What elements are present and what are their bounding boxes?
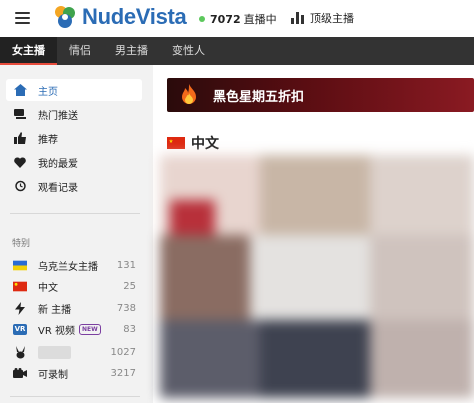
new-badge: NEW	[78, 323, 101, 335]
thumbs-up-icon	[13, 131, 27, 145]
sidebar-item-label: 我的最爱	[38, 158, 78, 170]
sidebar-item-trending[interactable]: 热门推送	[6, 103, 142, 125]
section-header: 中文	[167, 133, 219, 153]
site-logo[interactable]: NudeVista	[52, 4, 187, 30]
sidebar-item-label: 观看记录	[38, 182, 78, 194]
sidebar-item-count: 738	[116, 302, 136, 314]
thumbnail[interactable]	[370, 235, 474, 320]
live-count: 7072	[210, 12, 241, 26]
sidebar-item-label: 推荐	[38, 134, 58, 146]
banner-text: 黑色星期五折扣	[213, 89, 305, 105]
sidebar-item-ukrainian[interactable]: 乌克兰女主播 131	[6, 254, 142, 276]
sidebar-item-chinese[interactable]: 中文 25	[6, 275, 142, 297]
thumbnail[interactable]	[160, 320, 260, 398]
category-nav: 女主播 情侣 男主播 变性人	[0, 37, 474, 65]
sidebar-item-bunny[interactable]: 1027	[6, 341, 142, 363]
tab-male[interactable]: 男主播	[103, 37, 160, 65]
thumbnail[interactable]	[260, 320, 370, 398]
sidebar-item-recordable[interactable]: 可录制 3217	[6, 362, 142, 384]
camera-icon	[13, 366, 27, 380]
tab-couples[interactable]: 情侣	[57, 37, 103, 65]
lightning-icon	[13, 301, 27, 315]
sidebar-item-label: 新 主播	[38, 304, 72, 316]
bar-chart-icon	[291, 12, 304, 24]
sidebar-section-label: 特别	[12, 239, 31, 249]
main-content: 黑色星期五折扣 中文	[153, 65, 474, 403]
sidebar-item-new-hosts[interactable]: 新 主播 738	[6, 297, 142, 319]
video-thumbnail-grid[interactable]	[160, 155, 474, 398]
tab-female[interactable]: 女主播	[0, 37, 57, 65]
sidebar-item-label: VR 视频	[38, 325, 75, 337]
top-hosts-link[interactable]: 顶级主播	[291, 10, 354, 26]
section-title: 中文	[191, 136, 219, 152]
top-hosts-label: 顶级主播	[310, 12, 354, 25]
tab-trans[interactable]: 变性人	[160, 37, 217, 65]
black-friday-banner[interactable]: 黑色星期五折扣	[167, 78, 474, 112]
sidebar-divider	[10, 213, 140, 214]
sidebar: 主页 热门推送 推荐 我的最爱 观看记录 特别 乌克兰女主播 131 中文 25…	[0, 65, 153, 403]
heart-icon	[13, 155, 27, 169]
china-flag-icon	[13, 279, 27, 293]
sidebar-item-vr[interactable]: VR VR 视频 NEW 83	[6, 318, 142, 340]
sidebar-item-history[interactable]: 观看记录	[6, 175, 142, 197]
sidebar-item-home[interactable]: 主页	[6, 79, 142, 101]
sidebar-item-label: 乌克兰女主播	[38, 261, 98, 273]
thumbnail[interactable]	[250, 235, 370, 320]
thumbnail[interactable]	[370, 320, 474, 398]
live-label: 直播中	[243, 13, 277, 26]
history-icon	[13, 179, 27, 193]
sidebar-item-favorites[interactable]: 我的最爱	[6, 151, 142, 173]
sidebar-item-count: 83	[123, 323, 136, 335]
hamburger-menu-icon[interactable]	[15, 12, 30, 24]
vr-icon: VR	[13, 322, 27, 336]
sidebar-item-count: 131	[116, 259, 136, 271]
thumbnail[interactable]	[160, 235, 250, 320]
vr-badge: VR	[13, 323, 27, 335]
ukraine-flag-icon	[13, 258, 27, 272]
bunny-icon	[13, 345, 27, 359]
thumbnail[interactable]	[370, 155, 474, 235]
logo-mark-icon	[52, 4, 78, 30]
sidebar-item-label: 主页	[38, 86, 58, 98]
sidebar-item-label: 可录制	[38, 369, 68, 381]
sidebar-item-recommended[interactable]: 推荐	[6, 127, 142, 149]
sidebar-item-label: 热门推送	[38, 110, 78, 122]
china-flag-icon	[167, 137, 185, 149]
blurred-label	[38, 345, 71, 359]
top-header: NudeVista 7072 直播中 顶级主播	[0, 0, 474, 37]
sidebar-item-count: 3217	[110, 367, 136, 379]
fire-icon	[179, 84, 199, 106]
live-dot-icon	[199, 16, 205, 22]
logo-text: NudeVista	[82, 4, 187, 29]
sidebar-divider	[10, 396, 140, 397]
thumbnail[interactable]	[260, 155, 370, 235]
flame-icon	[13, 107, 27, 121]
sidebar-item-count: 25	[123, 280, 136, 292]
sidebar-item-count: 1027	[110, 346, 136, 358]
sidebar-item-label: 中文	[38, 282, 58, 294]
home-icon	[13, 83, 27, 97]
live-indicator[interactable]: 7072 直播中	[199, 11, 277, 27]
